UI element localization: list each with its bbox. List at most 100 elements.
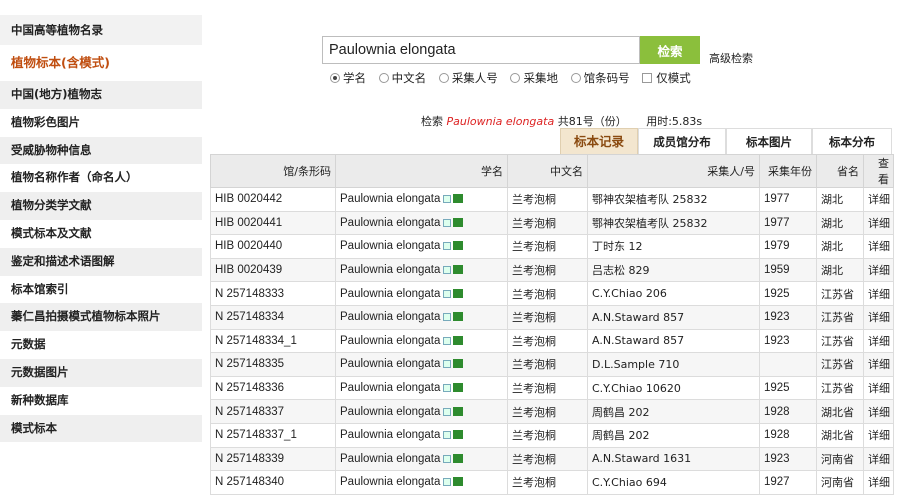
table-row[interactable]: HIB 0020439 Paulownia elongata 兰考泡桐 吕志松 829… [210, 257, 894, 283]
sidebar-item-authors[interactable]: 植物名称作者（命名人） [0, 164, 202, 192]
view-detail-link[interactable]: 详细 [863, 422, 894, 448]
image-icon[interactable] [443, 478, 452, 487]
image-icon[interactable] [443, 266, 452, 275]
view-detail-link[interactable]: 详细 [863, 304, 894, 330]
table-row[interactable]: N 257148339 Paulownia elongata 兰考泡桐 A.N.Sta… [210, 446, 894, 472]
sidebar-item-type-literature[interactable]: 模式标本及文献 [0, 220, 202, 248]
tab-member-distribution[interactable]: 成员馆分布 [638, 128, 726, 154]
book-icon[interactable] [453, 430, 464, 440]
table-row[interactable]: N 257148336 Paulownia elongata 兰考泡桐 C.Y.Chi… [210, 375, 894, 401]
image-icon[interactable] [443, 360, 452, 369]
view-detail-link[interactable]: 详细 [863, 470, 894, 495]
table-row[interactable]: N 257148337 Paulownia elongata 兰考泡桐 周鹤昌 202… [210, 399, 894, 424]
col-header-scientific-name[interactable]: 学名 [335, 154, 508, 188]
advanced-search-link[interactable]: 高级检索 [709, 50, 753, 66]
radio-icon[interactable] [378, 73, 389, 83]
image-icon[interactable] [443, 454, 452, 463]
radio-selected-icon[interactable] [330, 73, 340, 83]
view-detail-link[interactable]: 详细 [863, 399, 894, 424]
view-detail-link[interactable]: 详细 [863, 446, 894, 472]
option-collector[interactable]: 采集人号 [438, 70, 498, 86]
table-row[interactable]: N 257148334_1 Paulownia elongata 兰考泡桐 A.N.S… [210, 328, 894, 354]
cell-scientific-name[interactable]: Paulownia elongata [335, 304, 508, 330]
book-icon[interactable] [453, 453, 464, 463]
search-input[interactable] [322, 36, 640, 64]
tab-specimen-records[interactable]: 标本记录 [560, 128, 638, 154]
sidebar-item-specimens[interactable]: 植物标本(含模式) [0, 45, 202, 81]
table-row[interactable]: N 257148340 Paulownia elongata 兰考泡桐 C.Y.Chi… [210, 470, 894, 495]
image-icon[interactable] [443, 195, 452, 204]
sidebar-item-flora[interactable]: 中国(地方)植物志 [0, 81, 202, 109]
cell-scientific-name[interactable]: Paulownia elongata [335, 352, 508, 377]
sidebar-item-type-specimens[interactable]: 模式标本 [0, 414, 202, 443]
radio-icon[interactable] [570, 73, 581, 83]
checkbox-icon[interactable] [642, 73, 653, 83]
tab-specimen-images[interactable]: 标本图片 [726, 128, 812, 154]
view-detail-link[interactable]: 详细 [863, 352, 894, 377]
view-detail-link[interactable]: 详细 [863, 187, 894, 212]
image-icon[interactable] [443, 407, 452, 416]
image-icon[interactable] [443, 384, 452, 393]
sidebar-item-taxonomy-literature[interactable]: 植物分类学文献 [0, 192, 202, 220]
cell-scientific-name[interactable]: Paulownia elongata [335, 446, 508, 472]
cell-scientific-name[interactable]: Paulownia elongata [335, 422, 508, 448]
book-icon[interactable] [453, 241, 464, 251]
cell-scientific-name[interactable]: Paulownia elongata [335, 375, 508, 401]
table-row[interactable]: HIB 0020440 Paulownia elongata 兰考泡桐 丁时东 12 1… [210, 234, 894, 259]
option-barcode[interactable]: 馆条码号 [570, 70, 630, 86]
sidebar-item-glossary[interactable]: 鉴定和描述术语图解 [0, 247, 202, 276]
sidebar-item-type-photos[interactable]: 蓁仁昌拍摄模式植物标本照片 [0, 303, 202, 332]
option-locality[interactable]: 采集地 [510, 70, 558, 86]
image-icon[interactable] [443, 242, 452, 251]
table-row[interactable]: N 257148333 Paulownia elongata 兰考泡桐 C.Y.Chi… [210, 281, 894, 306]
cell-scientific-name[interactable]: Paulownia elongata [335, 187, 508, 212]
book-icon[interactable] [453, 194, 464, 204]
sidebar-item-new-species[interactable]: 新种数据库 [0, 387, 202, 415]
book-icon[interactable] [453, 477, 464, 487]
book-icon[interactable] [453, 359, 464, 369]
view-detail-link[interactable]: 详细 [863, 328, 894, 354]
book-icon[interactable] [453, 265, 464, 275]
table-row[interactable]: N 257148335 Paulownia elongata 兰考泡桐 D.L.Sam… [210, 352, 894, 377]
cell-scientific-name[interactable]: Paulownia elongata [335, 234, 508, 259]
table-row[interactable]: N 257148334 Paulownia elongata 兰考泡桐 A.N.Sta… [210, 304, 894, 330]
view-detail-link[interactable]: 详细 [863, 234, 894, 259]
view-detail-link[interactable]: 详细 [863, 210, 894, 236]
col-header-collector[interactable]: 采集人/号 [587, 154, 760, 188]
book-icon[interactable] [453, 312, 464, 322]
radio-icon[interactable] [510, 73, 521, 83]
view-detail-link[interactable]: 详细 [863, 375, 894, 401]
image-icon[interactable] [443, 289, 452, 298]
search-button[interactable]: 检索 [640, 36, 700, 64]
cell-scientific-name[interactable]: Paulownia elongata [335, 281, 508, 306]
sidebar-item-metadata-images[interactable]: 元数据图片 [0, 358, 202, 387]
image-icon[interactable] [443, 431, 452, 440]
table-row[interactable]: HIB 0020442 Paulownia elongata 兰考泡桐 鄂神农架植考队… [210, 187, 894, 212]
table-row[interactable]: N 257148337_1 Paulownia elongata 兰考泡桐 周鹤昌 2… [210, 422, 894, 448]
cell-scientific-name[interactable]: Paulownia elongata [335, 257, 508, 283]
book-icon[interactable] [453, 288, 464, 298]
image-icon[interactable] [443, 313, 452, 322]
col-header-province[interactable]: 省名 [816, 154, 864, 188]
cell-scientific-name[interactable]: Paulownia elongata [335, 210, 508, 236]
sidebar-item-herbarium-index[interactable]: 标本馆索引 [0, 276, 202, 304]
cell-scientific-name[interactable]: Paulownia elongata [335, 470, 508, 495]
option-chinese-name[interactable]: 中文名 [378, 70, 426, 86]
tab-specimen-distribution[interactable]: 标本分布 [812, 128, 892, 154]
cell-scientific-name[interactable]: Paulownia elongata [335, 399, 508, 424]
sidebar-item-threatened-species[interactable]: 受威胁物种信息 [0, 136, 202, 165]
sidebar-item-plant-list[interactable]: 中国高等植物名录 [0, 15, 202, 45]
book-icon[interactable] [453, 383, 464, 393]
view-detail-link[interactable]: 详细 [863, 257, 894, 283]
cell-scientific-name[interactable]: Paulownia elongata [335, 328, 508, 354]
table-row[interactable]: HIB 0020441 Paulownia elongata 兰考泡桐 鄂神农架植考队… [210, 210, 894, 236]
option-type-only[interactable]: 仅模式 [642, 70, 691, 86]
book-icon[interactable] [453, 217, 464, 227]
radio-icon[interactable] [438, 73, 449, 83]
image-icon[interactable] [443, 218, 452, 227]
image-icon[interactable] [443, 336, 452, 345]
col-header-year[interactable]: 采集年份 [759, 154, 817, 188]
col-header-barcode[interactable]: 馆/条形码 [210, 154, 336, 188]
view-detail-link[interactable]: 详细 [863, 281, 894, 306]
option-scientific-name[interactable]: 学名 [330, 70, 366, 86]
